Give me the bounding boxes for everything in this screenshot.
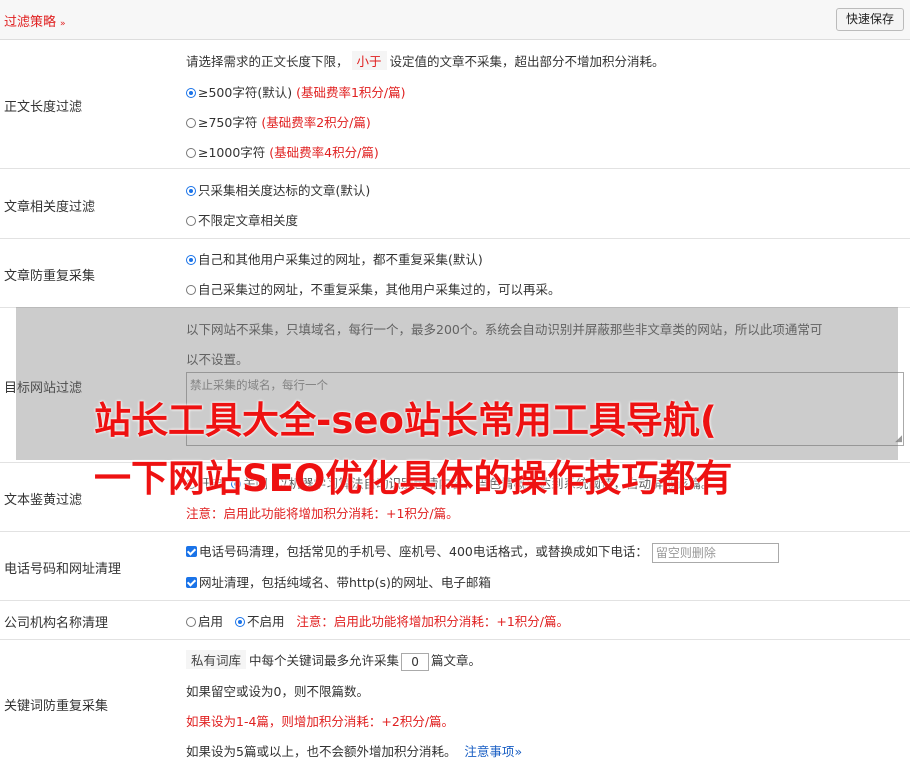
company-row: 公司机构名称清理 启用 不启用 注意：启用此功能将增加积分消耗：+1积分/篇。 <box>0 601 910 640</box>
radio-button[interactable] <box>186 118 196 128</box>
keyword-row: 关键词防重复采集 私有词库 中每个关键词最多允许采集 0 篇文章。 如果留空或设为0，… <box>0 640 910 768</box>
porn-filter-note: 注意：启用此功能将增加积分消耗：+1积分/篇。 <box>186 506 459 521</box>
relevance-option-none[interactable]: 不限定文章相关度 <box>186 210 298 229</box>
porn-filter-label: 文本鉴黄过滤 <box>4 493 83 508</box>
length-filter-row: 正文长度过滤 请选择需求的正文长度下限， 小于 设定值的文章不采集，超出部分不增加积… <box>0 40 910 169</box>
phone-url-label: 电话号码和网址清理 <box>4 562 122 577</box>
company-label: 公司机构名称清理 <box>4 616 109 631</box>
radio-button[interactable] <box>186 148 196 158</box>
length-filter-label: 正文长度过滤 <box>4 100 83 115</box>
radio-button[interactable] <box>186 216 196 226</box>
dedupe-option-all[interactable]: 自己和其他用户采集过的网址，都不重复采集(默认) <box>186 249 483 268</box>
dedupe-option-self[interactable]: 自己采集过的网址，不重复采集，其他用户采集过的，可以再采。 <box>186 279 561 298</box>
keyword-label: 关键词防重复采集 <box>4 699 109 714</box>
radio-button[interactable] <box>234 617 245 627</box>
relevance-row: 文章相关度过滤 只采集相关度达标的文章(默认) 不限定文章相关度 <box>0 169 910 239</box>
chevron-down-icon: » <box>514 744 523 759</box>
phone-url-row: 电话号码和网址清理 电话号码清理，包括常见的手机号、座机号、400电话格式，或替… <box>0 532 910 601</box>
keyword-line-2: 如果留空或设为0，则不限篇数。 <box>186 684 369 699</box>
relevance-label: 文章相关度过滤 <box>4 200 96 215</box>
keyword-line-3: 如果设为1-4篇，则增加积分消耗：+2积分/篇。 <box>186 714 455 729</box>
checkbox[interactable] <box>186 577 197 588</box>
radio-button[interactable] <box>186 186 196 196</box>
notes-link[interactable]: 注意事项» <box>464 744 522 759</box>
replacement-phone-input[interactable]: 留空则删除 <box>651 542 779 563</box>
length-option-1000[interactable]: ≥1000字符 (基础费率4积分/篇) <box>186 142 379 161</box>
radio-button[interactable] <box>186 617 196 627</box>
chevron-down-icon: » <box>60 19 66 29</box>
url-clean-option[interactable]: 网址清理，包括纯域名、带http(s)的网址、电子邮箱 <box>186 572 491 591</box>
relevance-option-strict[interactable]: 只采集相关度达标的文章(默认) <box>186 180 370 199</box>
dedupe-row: 文章防重复采集 自己和其他用户采集过的网址，都不重复采集(默认) 自己采集过的网… <box>0 239 910 308</box>
length-filter-desc: 请选择需求的正文长度下限， 小于 设定值的文章不采集，超出部分不增加积分消耗。 <box>186 51 665 70</box>
dedupe-label: 文章防重复采集 <box>4 269 96 284</box>
radio-button[interactable] <box>186 88 196 98</box>
quick-save-button[interactable]: 快速保存 <box>835 8 904 31</box>
phone-clean-option[interactable]: 电话号码清理，包括常见的手机号、座机号、400电话格式，或替换成如下电话： 留空则… <box>186 541 779 563</box>
company-options: 启用 不启用 注意：启用此功能将增加积分消耗：+1积分/篇。 <box>186 611 569 630</box>
length-option-500[interactable]: ≥500字符(默认) (基础费率1积分/篇) <box>186 82 406 101</box>
keyword-line-4: 如果设为5篇或以上，也不会额外增加积分消耗。 注意事项» <box>186 744 523 759</box>
filter-header: 过滤策略» 快速保存 <box>0 0 910 40</box>
checkbox[interactable] <box>186 546 197 557</box>
length-option-750[interactable]: ≥750字符 (基础费率2积分/篇) <box>186 112 371 131</box>
section-title[interactable]: 过滤策略» <box>4 11 66 30</box>
radio-button[interactable] <box>186 285 196 295</box>
radio-button[interactable] <box>186 255 196 265</box>
watermark-line-1: 站长工具大全-seo站长常用工具导航( <box>94 399 717 442</box>
keyword-line-1: 私有词库 中每个关键词最多允许采集 0 篇文章。 <box>186 650 481 671</box>
watermark-line-2: 一下网站SEO优化具体的操作技巧都有 <box>94 457 733 500</box>
keyword-count-input[interactable]: 0 <box>401 652 430 671</box>
